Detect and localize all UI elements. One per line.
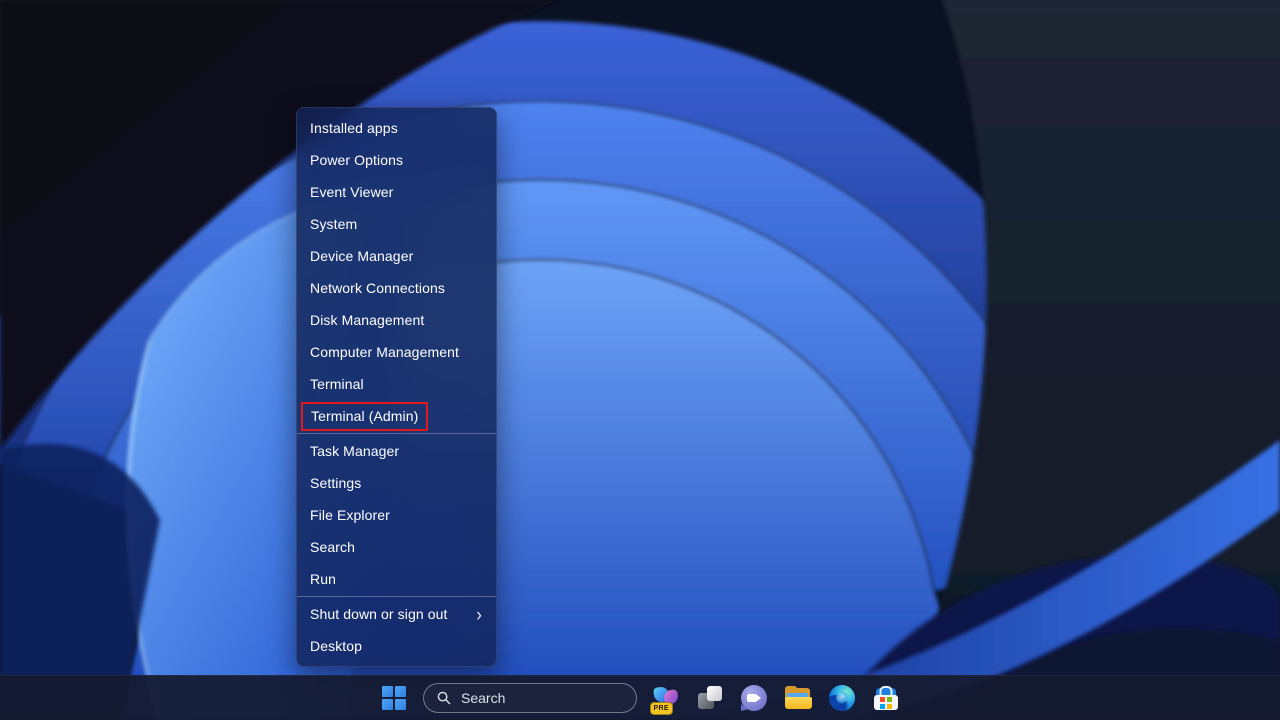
chat-icon (741, 685, 767, 711)
search-box-label: Search (461, 690, 505, 706)
chat-button[interactable] (739, 683, 769, 713)
menu-item-label: Terminal (310, 377, 364, 391)
menu-item-label: Computer Management (310, 345, 459, 359)
menu-item-task-manager[interactable]: Task Manager (297, 435, 496, 467)
menu-item-label: Task Manager (310, 444, 399, 458)
menu-item-computer-management[interactable]: Computer Management (297, 336, 496, 368)
menu-item-label: Disk Management (310, 313, 424, 327)
menu-item-label: Device Manager (310, 249, 413, 263)
task-view-icon (698, 686, 722, 710)
preview-badge: PRE (650, 702, 673, 715)
windows-logo-icon (382, 686, 406, 710)
menu-item-desktop[interactable]: Desktop (297, 630, 496, 662)
menu-item-label-highlighted: Terminal (Admin) (301, 402, 428, 431)
menu-item-run[interactable]: Run (297, 563, 496, 595)
search-box[interactable]: Search (423, 683, 637, 713)
wallpaper-bloom (0, 0, 1280, 720)
menu-item-settings[interactable]: Settings (297, 467, 496, 499)
edge-icon (829, 685, 855, 711)
task-view-button[interactable] (695, 683, 725, 713)
menu-item-network-connections[interactable]: Network Connections (297, 272, 496, 304)
menu-item-file-explorer[interactable]: File Explorer (297, 499, 496, 531)
menu-separator (297, 433, 496, 434)
menu-item-label: Network Connections (310, 281, 445, 295)
menu-item-label: Event Viewer (310, 185, 393, 199)
menu-item-label: Power Options (310, 153, 403, 167)
copilot-button[interactable]: PRE (651, 683, 681, 713)
file-explorer-icon (785, 688, 812, 709)
winx-menu: Installed apps Power Options Event Viewer S… (296, 107, 497, 667)
copilot-icon: PRE (654, 686, 679, 710)
video-camera-glyph (747, 694, 757, 702)
chevron-right-icon: › (476, 604, 482, 624)
menu-item-label: Desktop (310, 639, 362, 653)
menu-item-label: System (310, 217, 357, 231)
file-explorer-button[interactable] (783, 683, 813, 713)
menu-item-event-viewer[interactable]: Event Viewer (297, 176, 496, 208)
menu-item-label: File Explorer (310, 508, 390, 522)
menu-item-disk-management[interactable]: Disk Management (297, 304, 496, 336)
store-icon (874, 687, 898, 710)
menu-item-label: Settings (310, 476, 361, 490)
edge-button[interactable] (827, 683, 857, 713)
search-icon (437, 691, 451, 705)
store-button[interactable] (871, 683, 901, 713)
taskbar-center-cluster: Search PRE (379, 683, 901, 713)
menu-item-system[interactable]: System (297, 208, 496, 240)
menu-item-terminal[interactable]: Terminal (297, 368, 496, 400)
menu-item-installed-apps[interactable]: Installed apps (297, 112, 496, 144)
menu-item-device-manager[interactable]: Device Manager (297, 240, 496, 272)
menu-item-shut-down-or-sign-out[interactable]: Shut down or sign out › (297, 598, 496, 630)
taskbar: Search PRE (0, 675, 1280, 720)
menu-item-search[interactable]: Search (297, 531, 496, 563)
menu-item-label: Installed apps (310, 121, 398, 135)
menu-item-terminal-admin[interactable]: Terminal (Admin) (297, 400, 496, 432)
menu-item-label: Shut down or sign out (310, 607, 448, 621)
desktop: Installed apps Power Options Event Viewer S… (0, 0, 1280, 720)
menu-separator (297, 596, 496, 597)
menu-item-label: Run (310, 572, 336, 586)
start-button[interactable] (379, 683, 409, 713)
menu-item-power-options[interactable]: Power Options (297, 144, 496, 176)
menu-item-label: Search (310, 540, 355, 554)
